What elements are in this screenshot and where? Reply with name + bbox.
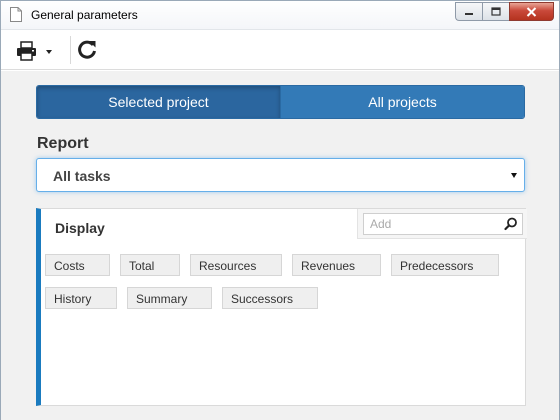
display-title: Display [55, 220, 105, 236]
printer-icon [17, 41, 36, 61]
tag-costs[interactable]: Costs [45, 254, 110, 276]
report-label: Report [37, 135, 89, 152]
display-panel: Display Costs Total Resources Revenues P… [36, 208, 527, 406]
title-bar: General parameters [1, 1, 559, 30]
tag-history[interactable]: History [45, 287, 117, 309]
main-content: Selected project All projects Report All… [1, 71, 559, 420]
maximize-button[interactable] [482, 2, 509, 21]
tag-revenues[interactable]: Revenues [292, 254, 381, 276]
print-button[interactable] [15, 40, 55, 62]
caret-down-icon [511, 173, 517, 178]
refresh-button[interactable] [76, 39, 98, 61]
add-search-box [357, 209, 527, 239]
refresh-icon [78, 40, 96, 59]
close-icon [526, 6, 537, 17]
toolbar-separator [70, 36, 71, 64]
close-button[interactable] [509, 2, 554, 21]
tab-selected-project[interactable]: Selected project [37, 86, 280, 118]
maximize-icon [491, 7, 501, 16]
window-title: General parameters [31, 8, 138, 22]
document-icon [10, 7, 22, 22]
tag-resources[interactable]: Resources [190, 254, 282, 276]
tab-all-projects[interactable]: All projects [280, 86, 524, 118]
chevron-down-icon [46, 50, 52, 54]
add-input[interactable] [363, 213, 523, 235]
tag-total[interactable]: Total [120, 254, 180, 276]
window-controls [455, 2, 554, 21]
tag-successors[interactable]: Successors [222, 287, 318, 309]
minimize-button[interactable] [455, 2, 482, 21]
report-select[interactable]: All tasks [36, 158, 525, 192]
search-icon[interactable] [504, 217, 518, 231]
scope-selector: Selected project All projects [36, 85, 525, 119]
minimize-icon [465, 12, 473, 15]
report-selected-value: All tasks [53, 168, 111, 184]
app-window: General parameters Selected project All … [0, 0, 560, 420]
toolbar [1, 30, 559, 70]
tag-summary[interactable]: Summary [127, 287, 212, 309]
tag-predecessors[interactable]: Predecessors [391, 254, 499, 276]
